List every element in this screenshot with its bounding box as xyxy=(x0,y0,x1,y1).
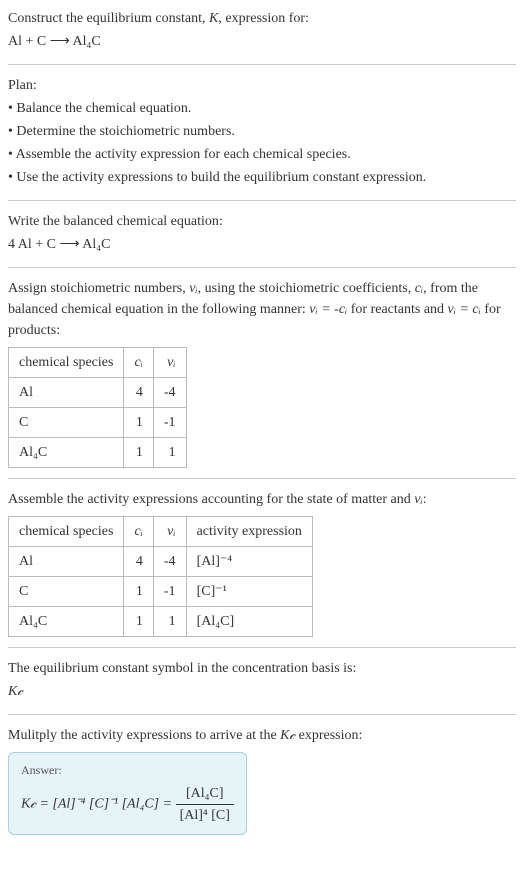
answer-lhs: K𝒸 = [Al]⁻⁴ [C]⁻¹ [Al₄C] = xyxy=(21,797,176,812)
cell-species: Al₄C xyxy=(9,438,124,468)
activity-heading-pre: Assemble the activity expressions accoun… xyxy=(8,492,414,507)
cell-v: -4 xyxy=(153,547,186,577)
answer-box: Answer: K𝒸 = [Al]⁻⁴ [C]⁻¹ [Al₄C] = [Al₄C… xyxy=(8,752,247,835)
stoich-text-pre: Assign stoichiometric numbers, xyxy=(8,281,189,296)
table-row: C 1 -1 xyxy=(9,408,187,438)
intro-equation: Al + C ⟶ Al₄C xyxy=(8,31,516,52)
table-row: Al 4 -4 [Al]⁻⁴ xyxy=(9,547,313,577)
col-ci: cᵢ xyxy=(124,517,153,547)
cell-species: Al xyxy=(9,378,124,408)
intro-text-post: , expression for: xyxy=(218,11,309,26)
col-ci: cᵢ xyxy=(124,348,153,378)
activity-heading-vi: νᵢ xyxy=(414,492,422,507)
cell-expr: [C]⁻¹ xyxy=(186,577,312,607)
stoich-text-mid3: for reactants and xyxy=(347,302,447,317)
balanced-equation: 4 Al + C ⟶ Al₄C xyxy=(8,234,516,255)
intro-line1: Construct the equilibrium constant, K, e… xyxy=(8,8,516,29)
stoich-text: Assign stoichiometric numbers, νᵢ, using… xyxy=(8,278,516,341)
cell-c: 4 xyxy=(124,547,153,577)
cell-c: 1 xyxy=(124,408,153,438)
multiply-heading: Mulitply the activity expressions to arr… xyxy=(8,725,516,746)
cell-expr: [Al]⁻⁴ xyxy=(186,547,312,577)
cell-c: 1 xyxy=(124,607,153,637)
col-vi: νᵢ xyxy=(153,517,186,547)
symbol-line1: The equilibrium constant symbol in the c… xyxy=(8,658,516,679)
plan-bullet-3: • Assemble the activity expression for e… xyxy=(8,144,516,165)
cell-v: 1 xyxy=(153,438,186,468)
multiply-heading-post: expression: xyxy=(295,728,362,743)
plan-heading: Plan: xyxy=(8,75,516,96)
col-species: chemical species xyxy=(9,348,124,378)
cell-c: 1 xyxy=(124,577,153,607)
col-vi: νᵢ xyxy=(153,348,186,378)
table-row: Al₄C 1 1 xyxy=(9,438,187,468)
activity-table: chemical species cᵢ νᵢ activity expressi… xyxy=(8,516,313,637)
cell-expr: [Al₄C] xyxy=(186,607,312,637)
table-header-row: chemical species cᵢ νᵢ xyxy=(9,348,187,378)
stoich-vi: νᵢ xyxy=(189,281,197,296)
cell-species: C xyxy=(9,408,124,438)
plan-bullet-2: • Determine the stoichiometric numbers. xyxy=(8,121,516,142)
cell-species: C xyxy=(9,577,124,607)
cell-v: -1 xyxy=(153,577,186,607)
stoich-table: chemical species cᵢ νᵢ Al 4 -4 C 1 -1 Al… xyxy=(8,347,187,468)
plan-bullet-4: • Use the activity expressions to build … xyxy=(8,167,516,188)
kc-symbol: K𝒸 xyxy=(8,681,516,702)
stoich-section: Assign stoichiometric numbers, νᵢ, using… xyxy=(8,278,516,479)
cell-species: Al xyxy=(9,547,124,577)
cell-species: Al₄C xyxy=(9,607,124,637)
multiply-section: Mulitply the activity expressions to arr… xyxy=(8,725,516,845)
stoich-rule2: νᵢ = cᵢ xyxy=(448,302,481,317)
stoich-ci: cᵢ xyxy=(415,281,423,296)
table-row: Al 4 -4 xyxy=(9,378,187,408)
table-row: Al₄C 1 1 [Al₄C] xyxy=(9,607,313,637)
k-symbol: K xyxy=(209,11,218,26)
stoich-text-mid1: , using the stoichiometric coefficients, xyxy=(198,281,415,296)
cell-v: -1 xyxy=(153,408,186,438)
activity-heading: Assemble the activity expressions accoun… xyxy=(8,489,516,510)
table-row: C 1 -1 [C]⁻¹ xyxy=(9,577,313,607)
activity-section: Assemble the activity expressions accoun… xyxy=(8,489,516,648)
plan-section: Plan: • Balance the chemical equation. •… xyxy=(8,75,516,201)
multiply-heading-pre: Mulitply the activity expressions to arr… xyxy=(8,728,280,743)
balanced-heading: Write the balanced chemical equation: xyxy=(8,211,516,232)
answer-fraction: [Al₄C][Al]⁴ [C] xyxy=(176,783,234,826)
fraction-denominator: [Al]⁴ [C] xyxy=(176,805,234,826)
intro-text-pre: Construct the equilibrium constant, xyxy=(8,11,209,26)
balanced-section: Write the balanced chemical equation: 4 … xyxy=(8,211,516,268)
activity-heading-post: : xyxy=(423,492,427,507)
col-expr: activity expression xyxy=(186,517,312,547)
answer-label: Answer: xyxy=(21,761,234,779)
cell-v: 1 xyxy=(153,607,186,637)
cell-c: 4 xyxy=(124,378,153,408)
intro-section: Construct the equilibrium constant, K, e… xyxy=(8,8,516,65)
multiply-kc: K𝒸 xyxy=(280,728,295,743)
stoich-rule1: νᵢ = -cᵢ xyxy=(309,302,347,317)
table-header-row: chemical species cᵢ νᵢ activity expressi… xyxy=(9,517,313,547)
col-species: chemical species xyxy=(9,517,124,547)
plan-bullet-1: • Balance the chemical equation. xyxy=(8,98,516,119)
symbol-section: The equilibrium constant symbol in the c… xyxy=(8,658,516,715)
cell-v: -4 xyxy=(153,378,186,408)
cell-c: 1 xyxy=(124,438,153,468)
fraction-numerator: [Al₄C] xyxy=(176,783,234,805)
answer-formula: K𝒸 = [Al]⁻⁴ [C]⁻¹ [Al₄C] = [Al₄C][Al]⁴ [… xyxy=(21,783,234,826)
